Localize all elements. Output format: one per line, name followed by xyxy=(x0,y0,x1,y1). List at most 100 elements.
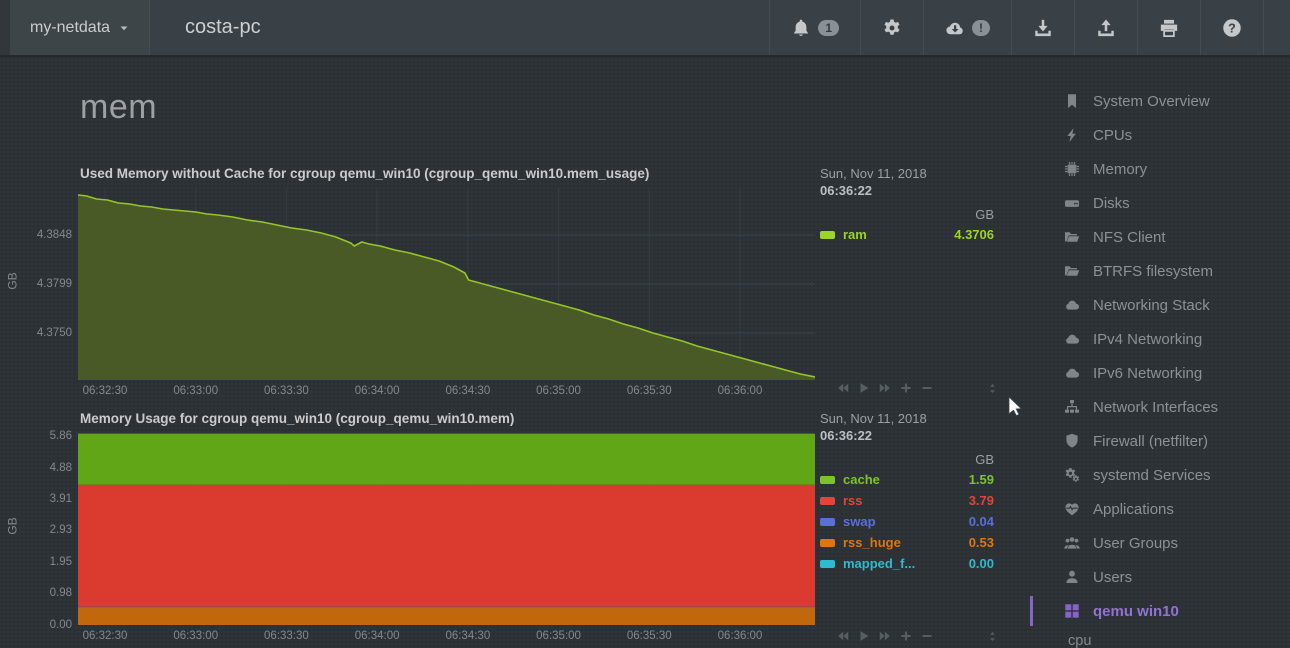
sidebar-item-user-groups[interactable]: User Groups xyxy=(1030,526,1288,560)
sidebar-item-label: System Overview xyxy=(1093,93,1210,110)
my-netdata-menu[interactable]: my-netdata xyxy=(10,0,150,55)
topbar-left-strip xyxy=(0,0,10,55)
plot-area[interactable] xyxy=(78,188,815,380)
sidebar-item-nfs-client[interactable]: NFS Client xyxy=(1030,220,1288,254)
chart-mem: Memory Usage for cgroup qemu_win10 (cgro… xyxy=(0,405,1010,648)
x-tick-label: 06:33:30 xyxy=(264,385,309,397)
legend-series-name: cache xyxy=(843,472,969,487)
legend-row-swap[interactable]: swap0.04 xyxy=(820,511,996,532)
chart-play-button[interactable] xyxy=(857,381,871,395)
shield-icon xyxy=(1062,433,1081,449)
chart-resize-button[interactable] xyxy=(987,382,998,395)
legend-row-rss-huge[interactable]: rss_huge0.53 xyxy=(820,532,996,553)
chart-resize-button[interactable] xyxy=(987,630,998,643)
chart-rewind-button[interactable] xyxy=(836,629,850,643)
sidebar-item-cpus[interactable]: CPUs xyxy=(1030,118,1288,152)
legend-row-ram[interactable]: ram4.3706 xyxy=(820,224,996,245)
chart-legend: Sun, Nov 11, 2018 06:36:22 GB cache1.59r… xyxy=(820,411,996,443)
chart-title: Used Memory without Cache for cgroup qem… xyxy=(80,166,649,181)
y-tick-label: 2.93 xyxy=(50,524,72,537)
sidebar-item-label: CPUs xyxy=(1093,127,1132,144)
x-tick-label: 06:34:30 xyxy=(445,385,490,397)
y-tick-label: 0.98 xyxy=(50,587,72,600)
import-button[interactable] xyxy=(1011,0,1074,55)
legend-row-mapped-f-[interactable]: mapped_f...0.00 xyxy=(820,553,996,574)
legend-row-cache[interactable]: cache1.59 xyxy=(820,469,996,490)
chart-title: Memory Usage for cgroup qemu_win10 (cgro… xyxy=(80,411,514,426)
folder-open-icon xyxy=(1062,229,1081,245)
legend-series-name: rss xyxy=(843,493,969,508)
cogs-icon xyxy=(1062,467,1081,483)
my-netdata-menu-label: my-netdata xyxy=(30,19,110,37)
sidebar-item-label: User Groups xyxy=(1093,535,1178,552)
help-button[interactable]: ? xyxy=(1200,0,1264,55)
chart-rewind-button[interactable] xyxy=(836,381,850,395)
sidebar-item-users[interactable]: Users xyxy=(1030,560,1288,594)
sidebar-item-systemd-services[interactable]: systemd Services xyxy=(1030,458,1288,492)
x-tick-label: 06:35:30 xyxy=(627,630,672,642)
legend-swatch xyxy=(820,231,835,239)
hostname: costa-pc xyxy=(185,0,261,55)
legend-row-rss[interactable]: rss3.79 xyxy=(820,490,996,511)
netdata-dashboard: my-netdata costa-pc 1!? mem Used Memory … xyxy=(0,0,1290,648)
sidebar-item-ipv4-networking[interactable]: IPv4 Networking xyxy=(1030,322,1288,356)
chart-fast-forward-button[interactable] xyxy=(878,381,892,395)
legend-rows: ram4.3706 xyxy=(820,224,996,245)
settings-button[interactable] xyxy=(860,0,923,55)
x-tick-label: 06:36:00 xyxy=(718,385,763,397)
sidebar-item-network-interfaces[interactable]: Network Interfaces xyxy=(1030,390,1288,424)
sidebar-item-label: IPv4 Networking xyxy=(1093,331,1202,348)
windows-icon xyxy=(1062,603,1081,619)
export-button[interactable] xyxy=(1074,0,1137,55)
top-bar: my-netdata costa-pc 1!? xyxy=(0,0,1290,57)
sidebar-item-ipv6-networking[interactable]: IPv6 Networking xyxy=(1030,356,1288,390)
x-axis: 06:32:3006:33:0006:33:3006:34:0006:34:30… xyxy=(78,630,815,644)
legend-rows: cache1.59rss3.79swap0.04rss_huge0.53mapp… xyxy=(820,469,996,574)
sidebar-item-memory[interactable]: Memory xyxy=(1030,152,1288,186)
cloud-sync-button[interactable]: ! xyxy=(923,0,1011,55)
cloud-icon xyxy=(1062,331,1081,347)
topbar-actions: 1!? xyxy=(769,0,1264,55)
alarms-badge: 1 xyxy=(818,20,839,36)
y-tick-label: 3.91 xyxy=(50,493,72,506)
user-group-icon xyxy=(1062,535,1081,551)
chart-minus-button[interactable] xyxy=(920,381,934,395)
chart-play-button[interactable] xyxy=(857,629,871,643)
alarms-button[interactable]: 1 xyxy=(769,0,860,55)
sidebar-item-disks[interactable]: Disks xyxy=(1030,186,1288,220)
plot-area[interactable] xyxy=(78,433,815,625)
x-tick-label: 06:35:30 xyxy=(627,385,672,397)
chart-plus-button[interactable] xyxy=(899,629,913,643)
chart-plus-button[interactable] xyxy=(899,381,913,395)
x-tick-label: 06:33:00 xyxy=(173,630,218,642)
y-tick-label: 4.3750 xyxy=(37,327,72,340)
legend-date: Sun, Nov 11, 2018 xyxy=(820,166,996,181)
legend-series-name: rss_huge xyxy=(843,535,969,550)
sidebar-item-label: qemu win10 xyxy=(1093,603,1179,620)
sidebar-item-applications[interactable]: Applications xyxy=(1030,492,1288,526)
sidebar-item-system-overview[interactable]: System Overview xyxy=(1030,84,1288,118)
sidebar-subitem-cpu[interactable]: cpu xyxy=(1030,628,1288,648)
chip-icon xyxy=(1062,161,1081,177)
bell-icon xyxy=(791,18,811,38)
print-button[interactable] xyxy=(1137,0,1200,55)
x-tick-label: 06:33:30 xyxy=(264,630,309,642)
chart-minus-button[interactable] xyxy=(920,629,934,643)
svg-text:?: ? xyxy=(1228,21,1236,35)
sidebar-item-firewall-netfilter[interactable]: Firewall (netfilter) xyxy=(1030,424,1288,458)
sidebar-item-networking-stack[interactable]: Networking Stack xyxy=(1030,288,1288,322)
legend-swatch xyxy=(820,497,835,505)
x-tick-label: 06:32:30 xyxy=(83,385,128,397)
sidebar-item-label: Firewall (netfilter) xyxy=(1093,433,1208,450)
sidebar-item-btrfs-filesystem[interactable]: BTRFS filesystem xyxy=(1030,254,1288,288)
legend-time: 06:36:22 xyxy=(820,183,996,198)
mouse-cursor-icon xyxy=(1008,396,1025,420)
x-tick-label: 06:35:00 xyxy=(536,385,581,397)
legend-series-value: 3.79 xyxy=(969,493,996,508)
sidebar-item-qemu-win10[interactable]: qemu win10 xyxy=(1030,594,1288,628)
legend-series-value: 0.00 xyxy=(969,556,996,571)
chart-fast-forward-button[interactable] xyxy=(878,629,892,643)
legend-swatch xyxy=(820,476,835,484)
y-axis: 4.38484.37994.3750 xyxy=(0,188,72,380)
chart-mem-usage: Used Memory without Cache for cgroup qem… xyxy=(0,160,1010,406)
